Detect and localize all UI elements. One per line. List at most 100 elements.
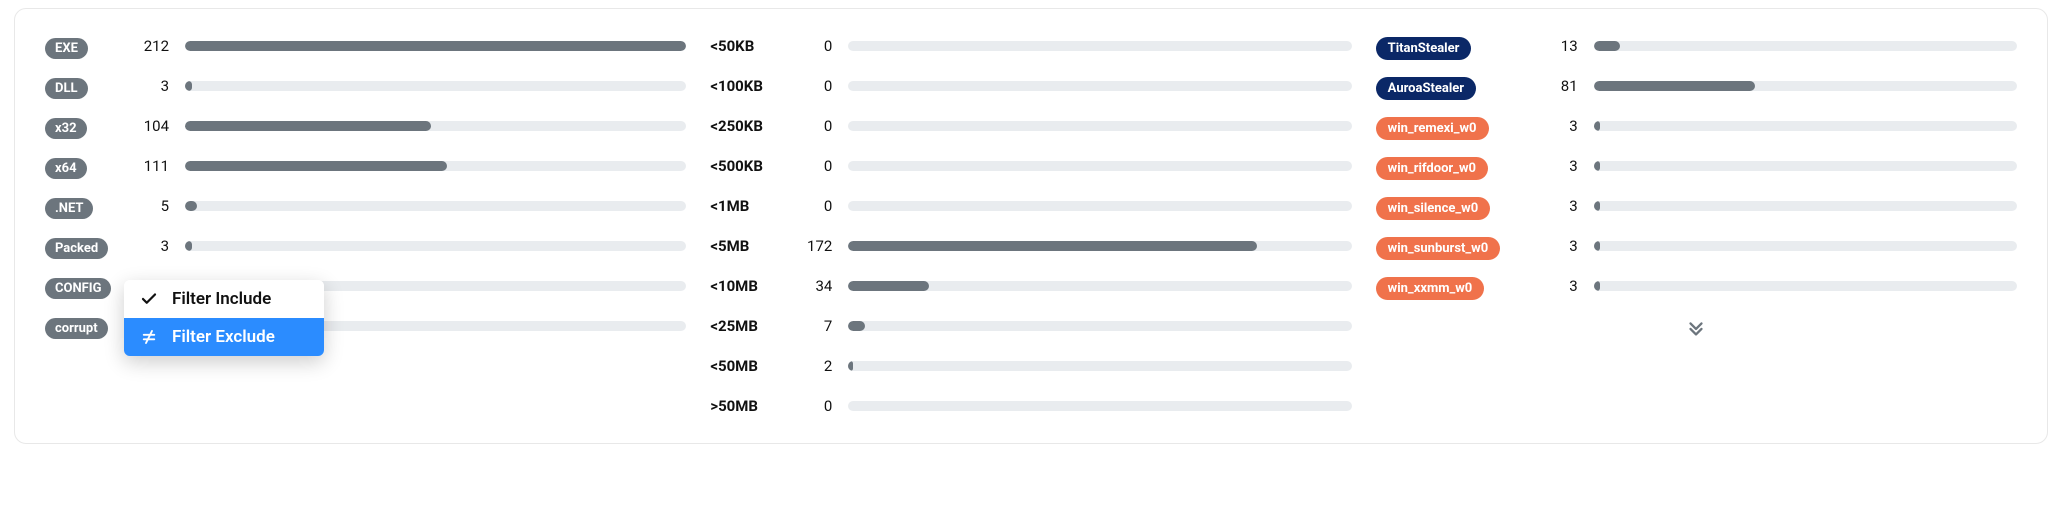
tag-count: 13 [1544,37,1578,55]
size-bar [848,201,1351,211]
filetype-pill: x64 [45,158,87,179]
tag-count: 3 [1544,117,1578,135]
filetype-row[interactable]: DLL 3 [45,73,686,99]
tag-bar [1594,201,2017,211]
size-row[interactable]: >50MB 0 [710,393,1351,419]
check-icon [140,290,158,308]
size-count: 0 [798,77,832,95]
size-row[interactable]: <500KB 0 [710,153,1351,179]
size-bar [848,241,1351,251]
filetype-row[interactable]: x64 111 [45,153,686,179]
size-row[interactable]: <50KB 0 [710,33,1351,59]
tag-pill: win_sunburst_w0 [1376,237,1501,260]
filetype-bar [185,121,686,131]
tag-bar [1594,41,2017,51]
filetype-column: EXE 212 DLL 3 x32 104 x64 111 .NET 5 Packed 3 CONFIG… [45,33,686,419]
filetype-pill: Packed [45,238,108,259]
size-bar [848,41,1351,51]
size-label: <100KB [710,77,782,95]
filetype-count: 5 [135,197,169,215]
menu-include-label: Filter Include [172,289,271,309]
filetype-bar [185,241,686,251]
size-column: <50KB 0 <100KB 0 <250KB 0 <500KB 0 <1MB 0 <5MB172 <… [710,33,1351,419]
filetype-pill: EXE [45,38,88,59]
expand-chevron-icon[interactable] [1376,317,2017,339]
filetype-count: 3 [135,77,169,95]
menu-item-filter-exclude[interactable]: Filter Exclude [124,318,324,356]
size-count: 0 [798,157,832,175]
size-bar [848,321,1351,331]
tag-pill: win_remexi_w0 [1376,117,1489,140]
tag-bar [1594,121,2017,131]
tag-row[interactable]: win_rifdoor_w03 [1376,153,2017,179]
filetype-pill: x32 [45,118,87,139]
size-row[interactable]: <100KB 0 [710,73,1351,99]
size-row[interactable]: <5MB172 [710,233,1351,259]
size-count: 0 [798,117,832,135]
filetype-bar [185,201,686,211]
tag-row[interactable]: AuroaStealer 81 [1376,73,2017,99]
tag-row[interactable]: win_remexi_w0 3 [1376,113,2017,139]
size-row[interactable]: <1MB 0 [710,193,1351,219]
filetype-row[interactable]: EXE 212 [45,33,686,59]
filetype-bar [185,81,686,91]
tag-row[interactable]: win_silence_w03 [1376,193,2017,219]
size-bar [848,121,1351,131]
size-label: <50MB [710,357,782,375]
menu-exclude-label: Filter Exclude [172,327,275,347]
size-label: <250KB [710,117,782,135]
filetype-row[interactable]: Packed 3 [45,233,686,259]
not-equal-icon [140,328,158,346]
size-count: 0 [798,37,832,55]
size-row[interactable]: <10MB 34 [710,273,1351,299]
filter-context-menu: Filter Include Filter Exclude [124,280,324,356]
size-row[interactable]: <250KB 0 [710,113,1351,139]
size-label: <1MB [710,197,782,215]
size-count: 7 [798,317,832,335]
tag-row[interactable]: win_xxmm_w0 3 [1376,273,2017,299]
tag-pill: win_rifdoor_w0 [1376,157,1488,180]
filetype-count: 104 [135,117,169,135]
tag-count: 3 [1544,237,1578,255]
size-label: <500KB [710,157,782,175]
size-bar [848,161,1351,171]
tag-count: 3 [1544,197,1578,215]
tag-column: TitanStealer13 AuroaStealer 81 win_remexi_w… [1376,33,2017,419]
tag-row[interactable]: TitanStealer13 [1376,33,2017,59]
tag-row[interactable]: win_sunburst_w0 3 [1376,233,2017,259]
filetype-row[interactable]: .NET 5 [45,193,686,219]
filetype-row[interactable]: x32 104 [45,113,686,139]
size-bar [848,401,1351,411]
filetype-count: 212 [135,37,169,55]
tag-count: 3 [1544,277,1578,295]
tag-bar [1594,241,2017,251]
filetype-bar [185,161,686,171]
filetype-pill: CONFIG [45,278,111,299]
size-label: <10MB [710,277,782,295]
tag-bar [1594,161,2017,171]
filetype-pill: DLL [45,78,88,99]
menu-item-filter-include[interactable]: Filter Include [124,280,324,318]
tag-pill: win_xxmm_w0 [1376,277,1485,300]
size-count: 0 [798,197,832,215]
size-label: <25MB [710,317,782,335]
size-bar [848,361,1351,371]
tag-bar [1594,281,2017,291]
size-count: 2 [798,357,832,375]
size-count: 34 [798,277,832,295]
tag-count: 81 [1544,77,1578,95]
filetype-pill: corrupt [45,318,108,339]
size-row[interactable]: <50MB 2 [710,353,1351,379]
size-label: <50KB [710,37,782,55]
size-label: >50MB [710,397,782,415]
filetype-bar [185,41,686,51]
filetype-count: 3 [135,237,169,255]
size-count: 0 [798,397,832,415]
stats-panel: EXE 212 DLL 3 x32 104 x64 111 .NET 5 Packed 3 CONFIG… [14,8,2048,444]
filetype-count: 111 [135,157,169,175]
size-row[interactable]: <25MB 7 [710,313,1351,339]
filetype-pill: .NET [45,198,93,219]
size-bar [848,281,1351,291]
tag-bar [1594,81,2017,91]
tag-pill: AuroaStealer [1376,77,1476,100]
